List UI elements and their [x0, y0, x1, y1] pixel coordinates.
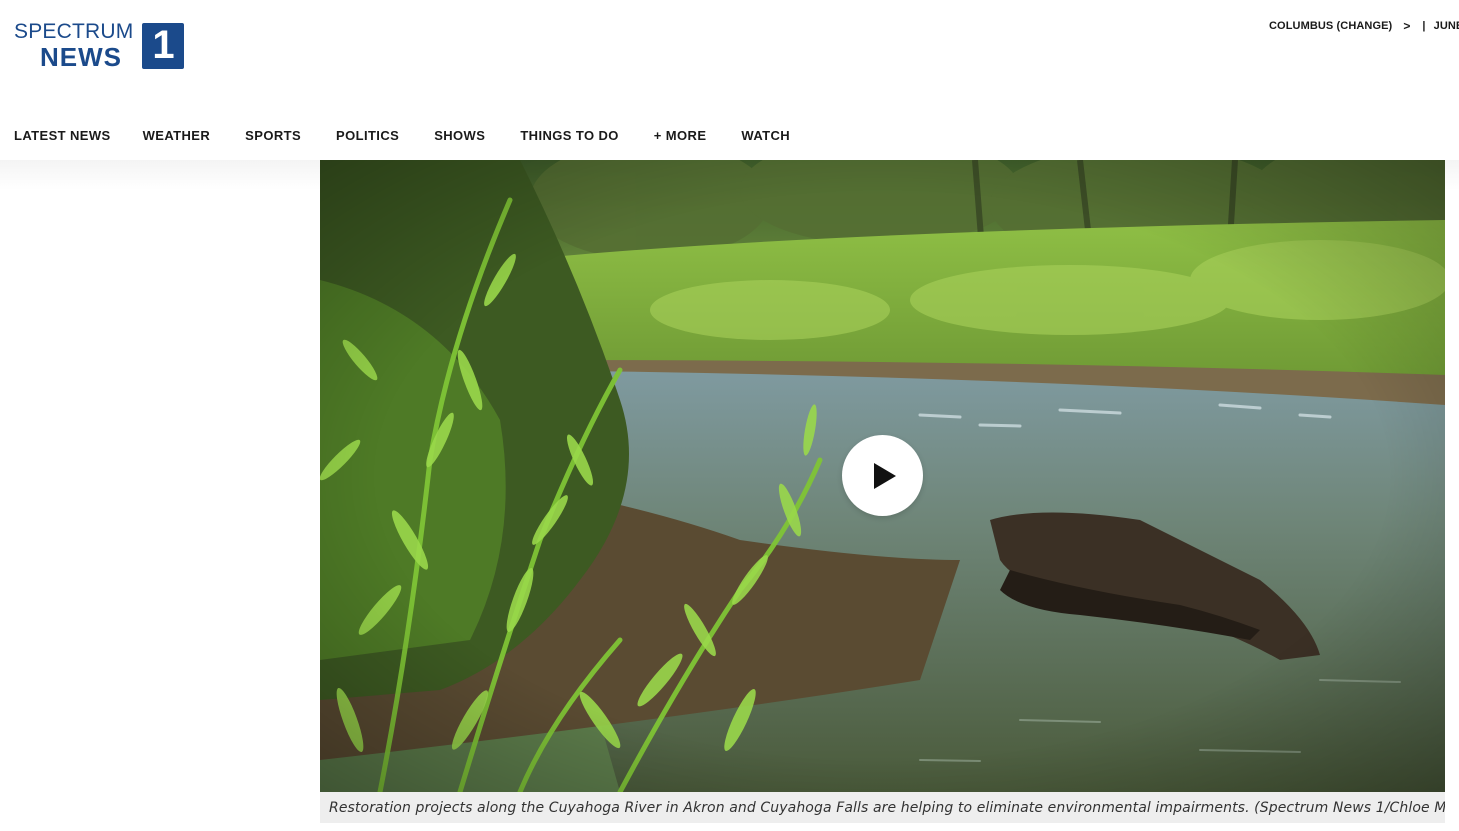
nav-item-politics[interactable]: POLITICS [336, 128, 399, 143]
nav-item-latest-news[interactable]: LATEST NEWS [14, 128, 111, 143]
location-change-link[interactable]: COLUMBUS (CHANGE) [1269, 20, 1392, 32]
nav-item-more[interactable]: + MORE [654, 128, 707, 143]
logo-bottom-text: NEWS [40, 42, 122, 72]
chevron-right-icon: > [1403, 19, 1411, 33]
play-icon [874, 462, 896, 489]
nav-item-shows[interactable]: SHOWS [434, 128, 485, 143]
logo-top-text: SPECTRUM [14, 20, 134, 43]
logo-badge: 1 [142, 22, 185, 69]
nav-item-weather[interactable]: WEATHER [143, 128, 211, 143]
nav-item-things-to-do[interactable]: THINGS TO DO [520, 128, 618, 143]
separator: | [1422, 20, 1426, 32]
play-button[interactable] [842, 435, 923, 516]
spectrum-news-logo[interactable]: SPECTRUM NEWS 1 [14, 21, 185, 70]
date-text: JUNE 23, [1433, 20, 1459, 32]
main-nav: LATEST NEWS WEATHER SPORTS POLITICS SHOW… [14, 128, 822, 143]
image-caption: Restoration projects along the Cuyahoga … [320, 792, 1445, 823]
video-player[interactable] [320, 160, 1445, 792]
nav-item-watch[interactable]: WATCH [741, 128, 790, 143]
top-utility-bar: COLUMBUS (CHANGE) > | JUNE 23, [1269, 19, 1459, 33]
page: SPECTRUM NEWS 1 COLUMBUS (CHANGE) > | JU… [0, 0, 1459, 831]
nav-item-sports[interactable]: SPORTS [245, 128, 301, 143]
logo-wordmark: SPECTRUM NEWS [14, 21, 133, 70]
